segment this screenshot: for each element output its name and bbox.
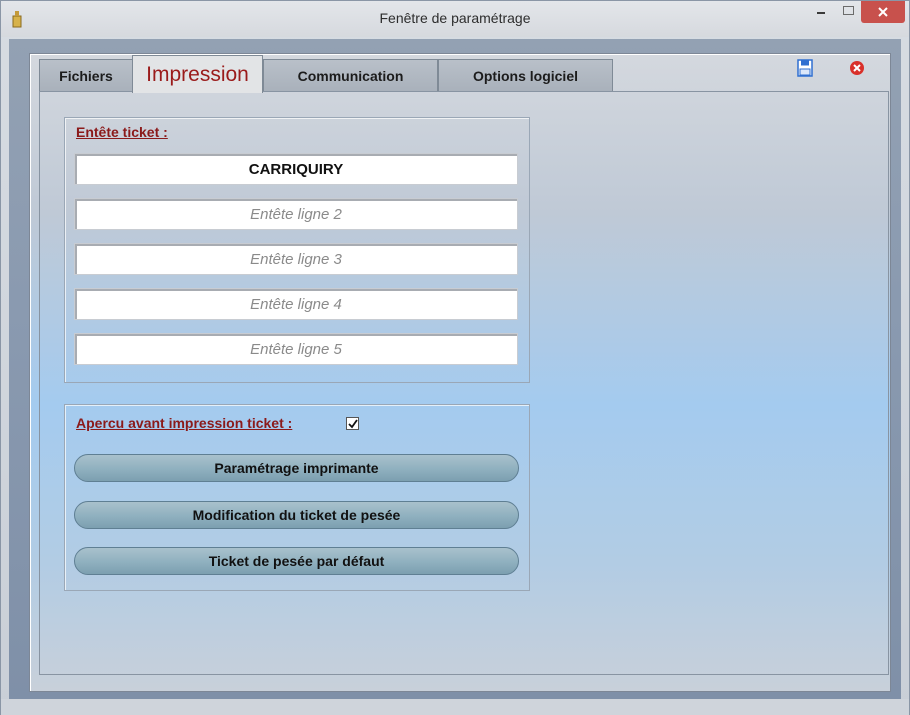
close-icon [878, 7, 888, 17]
close-circle-icon[interactable] [849, 60, 865, 76]
header-line-1-input[interactable] [74, 153, 518, 185]
header-line-4-input[interactable] [74, 288, 518, 320]
header-line-3-input[interactable] [74, 243, 518, 275]
title-bar[interactable]: Fenêtre de paramétrage [1, 1, 909, 37]
header-line-2-input[interactable] [74, 198, 518, 230]
header-line-5-input[interactable] [74, 333, 518, 365]
header-group-label: Entête ticket : [76, 124, 168, 140]
save-icon[interactable] [797, 59, 813, 77]
edit-ticket-button[interactable]: Modification du ticket de pesée [74, 501, 519, 529]
default-ticket-button[interactable]: Ticket de pesée par défaut [74, 547, 519, 575]
close-window-button[interactable] [861, 1, 905, 23]
window-title: Fenêtre de paramétrage [379, 10, 531, 26]
tab-impression[interactable]: Impression [132, 55, 263, 93]
preview-label: Apercu avant impression ticket : [76, 415, 293, 431]
preview-checkbox[interactable] [346, 417, 359, 430]
settings-window: Fenêtre de paramétrage Fichiers Impressi… [0, 0, 910, 715]
tab-communication[interactable]: Communication [263, 59, 438, 91]
check-icon [348, 419, 358, 429]
tab-fichiers[interactable]: Fichiers [39, 59, 133, 91]
maximize-button[interactable] [835, 1, 861, 23]
tab-options-logiciel[interactable]: Options logiciel [438, 59, 613, 91]
printer-settings-button[interactable]: Paramétrage imprimante [74, 454, 519, 482]
status-bar [1, 699, 909, 715]
minimize-button[interactable] [807, 1, 835, 23]
